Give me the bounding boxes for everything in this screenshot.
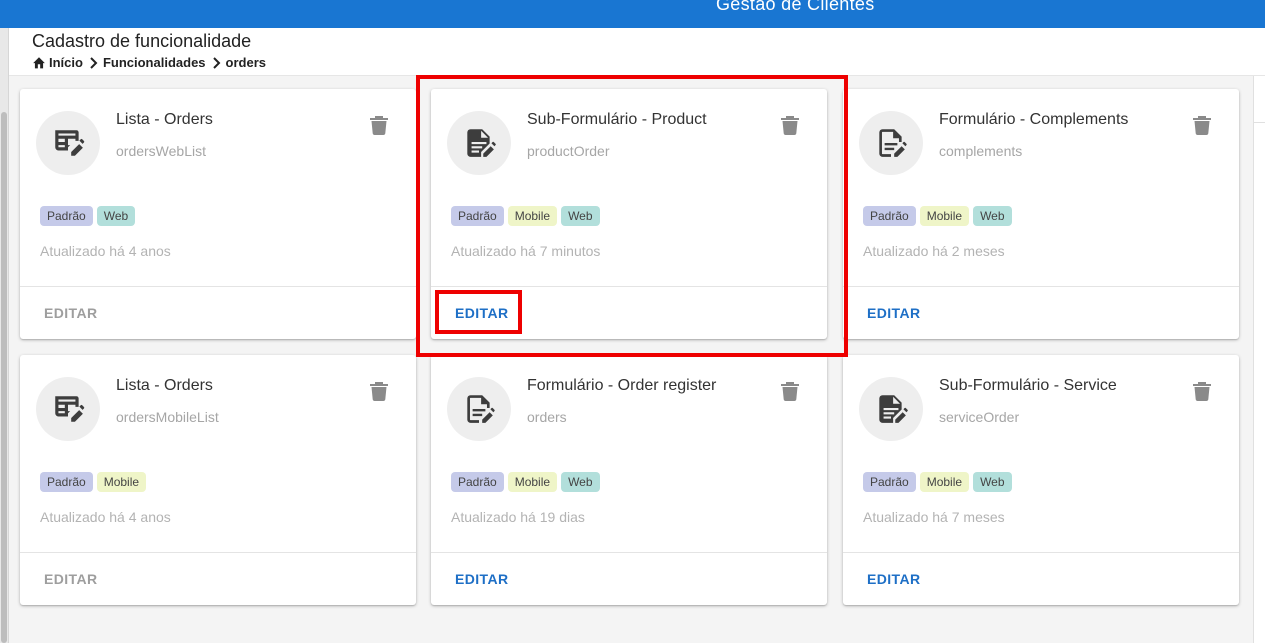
feature-card: Sub-Formulário - Service serviceOrder Pa… — [843, 355, 1239, 605]
card-subtitle: serviceOrder — [939, 409, 1020, 425]
delete-icon[interactable] — [781, 115, 799, 135]
card-updated: Atualizado há 4 anos — [40, 509, 171, 525]
card-avatar — [36, 111, 100, 175]
table-edit-icon — [51, 392, 85, 426]
file-document-edit-outline-icon — [874, 126, 908, 160]
breadcrumb-home[interactable]: Início — [32, 55, 83, 70]
tag-list: Padrão Web — [40, 206, 136, 226]
tag-padrao: Padrão — [863, 472, 916, 492]
card-divider — [431, 286, 827, 287]
card-title: Lista - Orders — [116, 377, 213, 394]
tag-list: Padrão Mobile Web — [863, 472, 1012, 492]
breadcrumb-current: orders — [225, 55, 266, 70]
card-divider — [20, 286, 416, 287]
delete-icon[interactable] — [1193, 115, 1211, 135]
delete-icon[interactable] — [781, 381, 799, 401]
tag-padrao: Padrão — [40, 206, 93, 226]
card-updated: Atualizado há 7 minutos — [451, 243, 601, 259]
app-title: Gestão de Clientes — [716, 0, 875, 14]
edit-button[interactable]: EDITAR — [867, 571, 920, 587]
card-avatar — [36, 377, 100, 441]
card-avatar — [447, 111, 511, 175]
card-title: Sub-Formulário - Product — [527, 111, 707, 128]
tag-list: Padrão Mobile Web — [863, 206, 1012, 226]
edit-button[interactable]: EDITAR — [455, 305, 508, 321]
card-title: Formulário - Complements — [939, 111, 1129, 128]
edit-button[interactable]: EDITAR — [867, 305, 920, 321]
card-updated: Atualizado há 7 meses — [863, 509, 1005, 525]
tag-web: Web — [561, 206, 600, 226]
feature-card: Lista - Orders ordersMobileList Padrão M… — [20, 355, 416, 605]
card-divider — [20, 552, 416, 553]
left-scrollbar[interactable] — [0, 28, 9, 643]
card-subtitle: orders — [527, 409, 567, 425]
app-bar: Gestão de Clientes — [0, 0, 1265, 28]
card-divider — [843, 286, 1239, 287]
card-updated: Atualizado há 4 anos — [40, 243, 171, 259]
card-title: Lista - Orders — [116, 111, 213, 128]
card-divider — [843, 552, 1239, 553]
tag-web: Web — [561, 472, 600, 492]
left-scrollbar-thumb[interactable] — [1, 112, 7, 643]
tag-padrao: Padrão — [40, 472, 93, 492]
page-header: Cadastro de funcionalidade Início Funcio… — [9, 28, 1265, 76]
card-avatar — [447, 377, 511, 441]
card-subtitle: complements — [939, 143, 1023, 159]
file-document-edit-outline-icon — [462, 392, 496, 426]
feature-card: Lista - Orders ordersWebList Padrão Web … — [20, 89, 416, 339]
tag-list: Padrão Mobile — [40, 472, 147, 492]
tag-mobile: Mobile — [507, 206, 558, 226]
tag-list: Padrão Mobile Web — [451, 206, 600, 226]
card-title: Sub-Formulário - Service — [939, 377, 1117, 394]
card-divider — [431, 552, 827, 553]
tag-padrao: Padrão — [451, 472, 504, 492]
card-avatar — [859, 111, 923, 175]
card-avatar — [859, 377, 923, 441]
card-subtitle: productOrder — [527, 143, 610, 159]
file-document-edit-icon — [462, 126, 496, 160]
breadcrumb-funcionalidades[interactable]: Funcionalidades — [103, 55, 206, 70]
right-panel — [1253, 76, 1265, 643]
feature-card: Sub-Formulário - Product productOrder Pa… — [431, 89, 827, 339]
tag-padrao: Padrão — [863, 206, 916, 226]
tag-padrao: Padrão — [451, 206, 504, 226]
tag-mobile: Mobile — [96, 472, 147, 492]
breadcrumb-home-label: Início — [49, 55, 83, 70]
card-updated: Atualizado há 2 meses — [863, 243, 1005, 259]
tag-mobile: Mobile — [507, 472, 558, 492]
delete-icon[interactable] — [370, 381, 388, 401]
feature-card: Formulário - Order register orders Padrã… — [431, 355, 827, 605]
tag-mobile: Mobile — [919, 472, 970, 492]
edit-button[interactable]: EDITAR — [455, 571, 508, 587]
chevron-right-icon — [212, 56, 221, 69]
card-updated: Atualizado há 19 dias — [451, 509, 585, 525]
page-title: Cadastro de funcionalidade — [32, 31, 252, 51]
right-panel-divider — [1254, 122, 1265, 123]
card-subtitle: ordersWebList — [116, 143, 207, 159]
tag-web: Web — [96, 206, 136, 226]
delete-icon[interactable] — [370, 115, 388, 135]
edit-button[interactable]: EDITAR — [44, 571, 97, 587]
delete-icon[interactable] — [1193, 381, 1211, 401]
feature-card: Formulário - Complements complements Pad… — [843, 89, 1239, 339]
tag-web: Web — [973, 472, 1012, 492]
tag-web: Web — [973, 206, 1012, 226]
chevron-right-icon — [89, 56, 98, 69]
card-subtitle: ordersMobileList — [116, 409, 219, 425]
home-icon — [33, 57, 45, 69]
breadcrumb: Início Funcionalidades orders — [32, 55, 266, 70]
edit-button[interactable]: EDITAR — [44, 305, 97, 321]
tag-list: Padrão Mobile Web — [451, 472, 600, 492]
card-title: Formulário - Order register — [527, 377, 717, 394]
tag-mobile: Mobile — [919, 206, 970, 226]
file-document-edit-icon — [874, 392, 908, 426]
table-edit-icon — [51, 126, 85, 160]
